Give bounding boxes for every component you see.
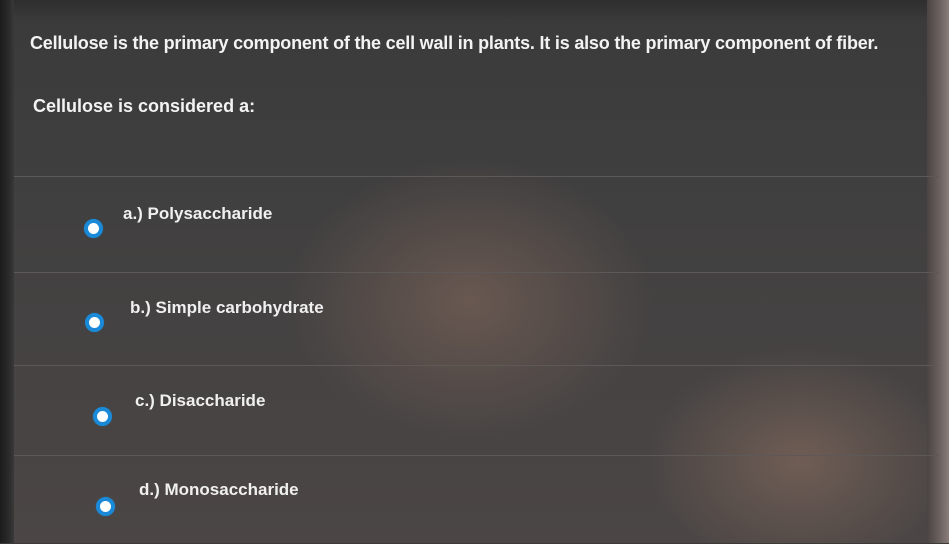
question-prompt: Cellulose is considered a: [33, 96, 256, 116]
answer-option-label[interactable]: a.) Polysaccharide [123, 204, 272, 224]
radio-button-icon[interactable] [85, 313, 104, 332]
top-shade [0, 0, 949, 20]
answer-option-label[interactable]: c.) Disaccharide [135, 391, 265, 411]
quiz-screen: Cellulose is the primary component of th… [0, 0, 949, 543]
answer-option-b[interactable]: b.) Simple carbohydrate [14, 272, 939, 366]
monitor-bezel-left [0, 0, 14, 543]
answer-option-label[interactable]: d.) Monosaccharide [139, 480, 299, 500]
radio-button-icon[interactable] [96, 497, 115, 516]
answer-option-a[interactable]: a.) Polysaccharide [14, 176, 939, 273]
answer-options: a.) Polysaccharide b.) Simple carbohydra… [14, 176, 939, 543]
answer-option-c[interactable]: c.) Disaccharide [14, 365, 939, 456]
question-text: Cellulose is the primary component of th… [30, 33, 879, 53]
radio-button-icon[interactable] [84, 219, 103, 238]
answer-option-label[interactable]: b.) Simple carbohydrate [130, 298, 324, 318]
answer-option-d[interactable]: d.) Monosaccharide [14, 455, 939, 544]
radio-button-icon[interactable] [93, 407, 112, 426]
